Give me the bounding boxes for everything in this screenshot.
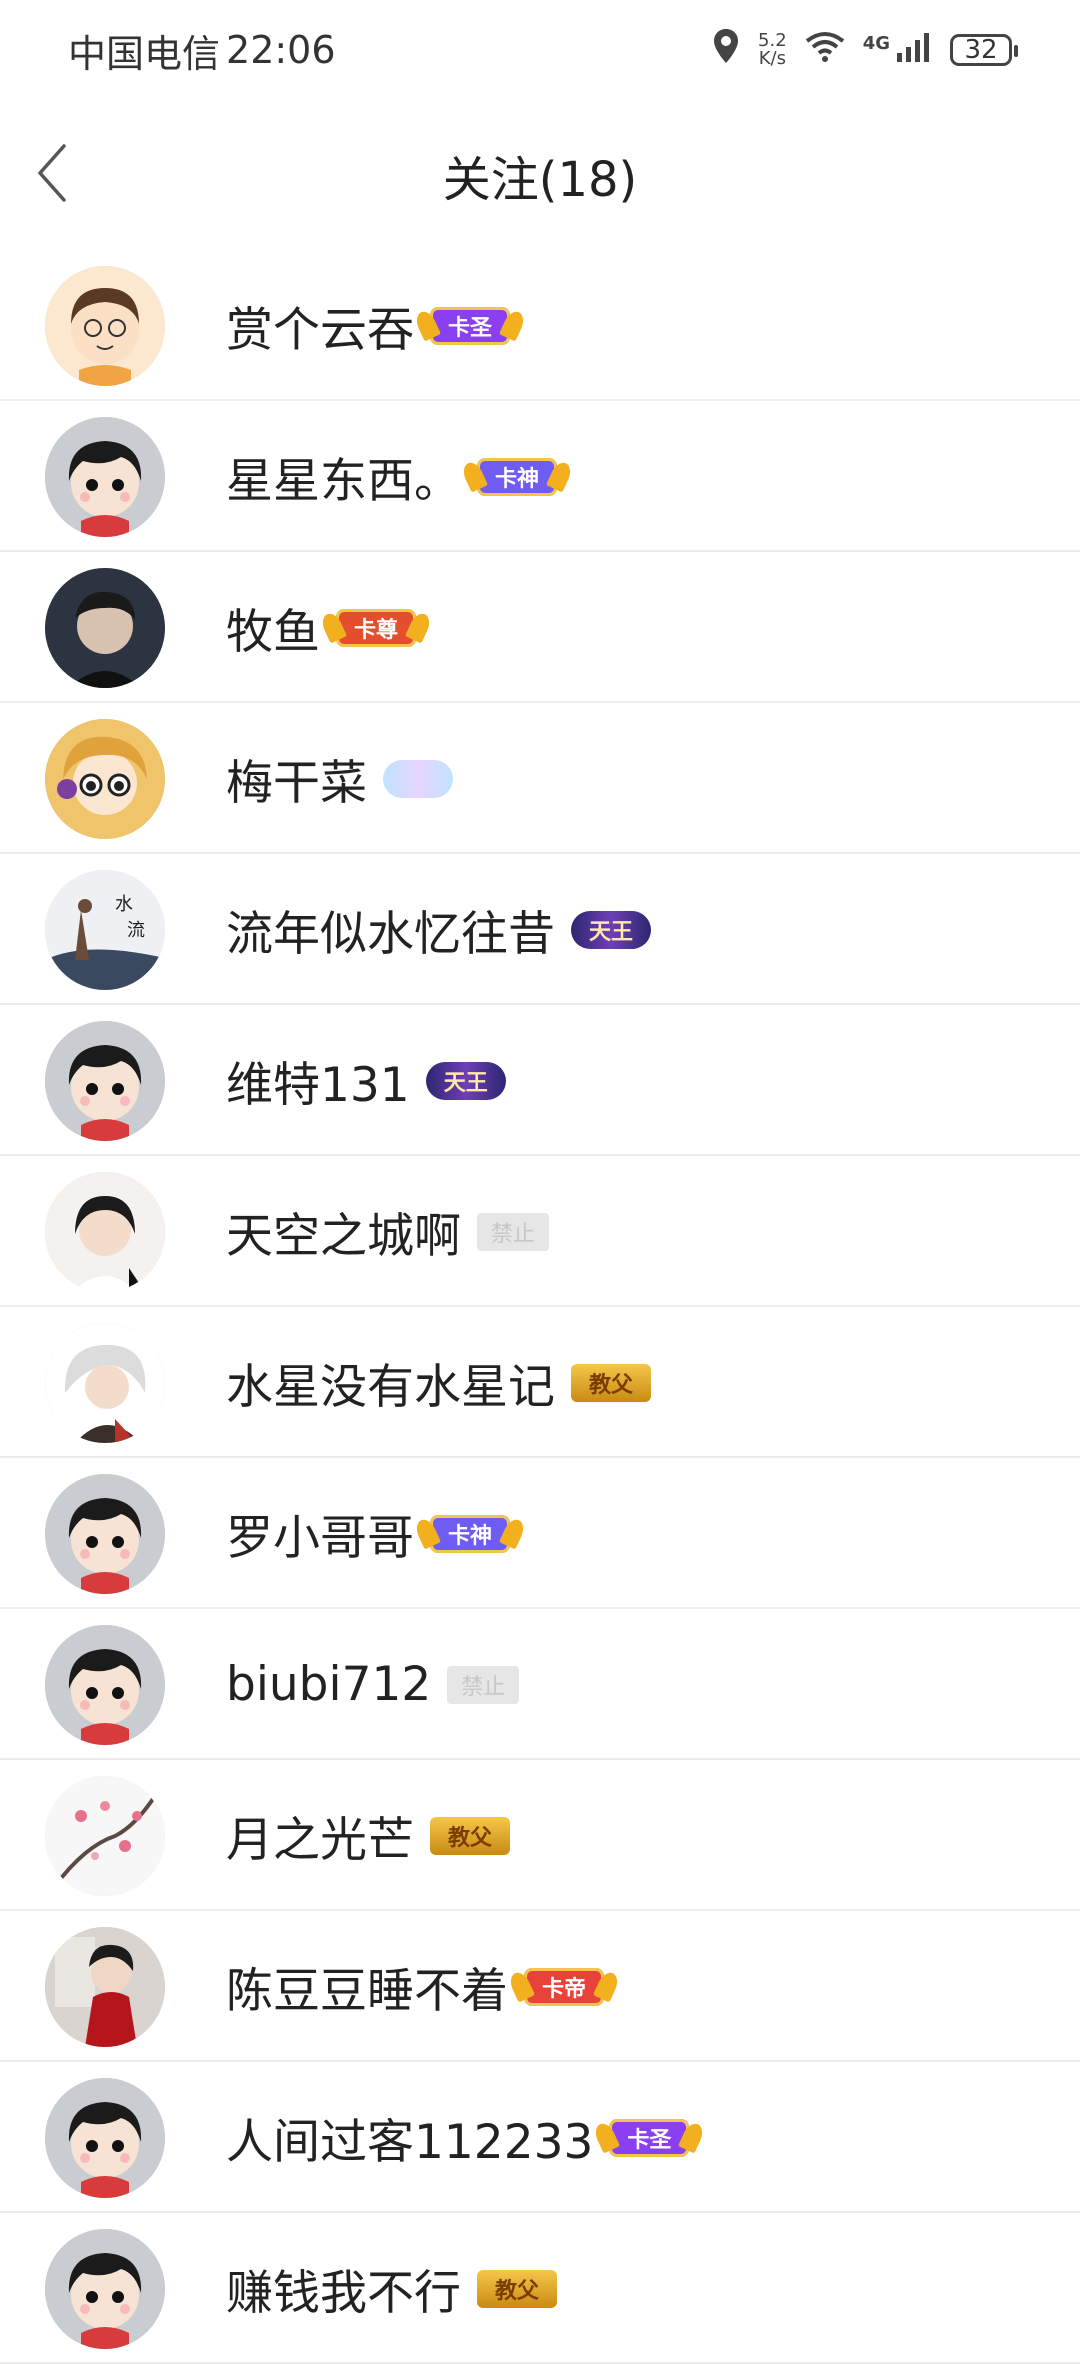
battery-icon: 32	[950, 34, 1018, 66]
user-name: 梅干菜	[226, 756, 367, 811]
chevron-left-icon	[36, 143, 68, 207]
level-badge: 卡神	[430, 1514, 511, 1553]
avatar[interactable]	[45, 1322, 165, 1443]
user-name: biubi712	[226, 1657, 432, 1712]
list-item[interactable]: 牧鱼 卡尊	[0, 552, 1080, 703]
page-title: 关注(18)	[442, 152, 638, 208]
user-info: 天空之城啊 禁止	[226, 1197, 550, 1266]
level-badge: 教父	[477, 2269, 558, 2308]
list-item[interactable]: 月之光芒 教父	[0, 1760, 1080, 1911]
level-badge: 禁止	[447, 1665, 520, 1704]
status-left: 中国电信 22:06	[68, 23, 336, 78]
level-badge: 卡圣	[609, 2118, 690, 2157]
user-info: 月之光芒 教父	[226, 1801, 511, 1870]
user-info: 人间过客112233 卡圣	[226, 2103, 690, 2172]
carrier-label: 中国电信	[68, 31, 221, 76]
signal-icon	[896, 28, 932, 72]
list-item[interactable]: 赏个云吞 卡圣	[0, 250, 1080, 401]
status-right: 5.2 K/s 4G 32	[712, 28, 1018, 73]
user-info: 梅干菜	[226, 744, 453, 813]
list-item[interactable]: 天空之城啊 禁止	[0, 1156, 1080, 1307]
user-name: 维特131	[226, 1058, 410, 1113]
avatar[interactable]	[45, 2228, 165, 2349]
user-name: 流年似水忆往昔	[226, 907, 555, 962]
avatar[interactable]	[45, 1624, 165, 1745]
list-item[interactable]: 水星没有水星记 教父	[0, 1307, 1080, 1458]
clock: 22:06	[226, 28, 336, 72]
user-info: 赚钱我不行 教父	[226, 2254, 558, 2323]
avatar[interactable]	[45, 2077, 165, 2198]
user-info: biubi712 禁止	[226, 1657, 520, 1712]
list-item[interactable]: 赚钱我不行 教父	[0, 2213, 1080, 2364]
user-name: 牧鱼	[226, 605, 320, 660]
avatar[interactable]	[45, 416, 165, 537]
user-name: 人间过客112233	[226, 2115, 594, 2170]
level-badge: 卡圣	[430, 306, 511, 345]
list-item[interactable]: 陈豆豆睡不着 卡帝	[0, 1911, 1080, 2062]
avatar[interactable]	[45, 1473, 165, 1594]
follow-list: 赏个云吞 卡圣 星星东西。 卡神 牧鱼 卡尊 梅干菜水流流年似水忆往昔 天王 维特131 天王 天空…	[0, 250, 1080, 2364]
list-item[interactable]: 维特131 天王	[0, 1005, 1080, 1156]
list-item[interactable]: biubi712 禁止	[0, 1609, 1080, 1760]
avatar[interactable]	[45, 1926, 165, 2047]
level-badge: 卡尊	[336, 608, 417, 647]
level-badge: 卡神	[477, 457, 558, 496]
user-name: 赏个云吞	[226, 303, 414, 358]
user-name: 陈豆豆睡不着	[226, 1964, 508, 2019]
avatar[interactable]	[45, 1171, 165, 1292]
user-name: 天空之城啊	[226, 1209, 461, 1264]
avatar[interactable]	[45, 1775, 165, 1896]
avatar[interactable]	[45, 567, 165, 688]
wifi-icon	[805, 28, 845, 72]
user-info: 罗小哥哥 卡神	[226, 1499, 511, 1568]
nav-bar: 关注(18)	[0, 100, 1080, 250]
level-badge: 教父	[430, 1816, 511, 1855]
user-name: 水星没有水星记	[226, 1360, 555, 1415]
list-item[interactable]: 罗小哥哥 卡神	[0, 1458, 1080, 1609]
list-item[interactable]: 水流流年似水忆往昔 天王	[0, 854, 1080, 1005]
level-badge: 卡帝	[524, 1967, 605, 2006]
network-type: 4G	[862, 32, 890, 54]
avatar[interactable]	[45, 265, 165, 386]
level-badge: 天王	[571, 910, 652, 949]
list-item[interactable]: 星星东西。 卡神	[0, 401, 1080, 552]
user-name: 星星东西。	[226, 454, 461, 509]
speed-unit: K/s	[758, 48, 786, 69]
user-info: 星星东西。 卡神	[226, 442, 558, 511]
user-info: 牧鱼 卡尊	[226, 593, 417, 662]
avatar[interactable]	[45, 1020, 165, 1141]
battery-level: 32	[964, 35, 998, 65]
user-name: 罗小哥哥	[226, 1511, 414, 1566]
back-button[interactable]	[22, 142, 82, 208]
avatar[interactable]	[45, 718, 165, 839]
level-badge	[383, 759, 453, 798]
svg-text:水: 水	[115, 894, 133, 915]
svg-text:流: 流	[127, 920, 145, 941]
status-bar: 中国电信 22:06 5.2 K/s 4G 32	[0, 0, 1080, 100]
user-info: 流年似水忆往昔 天王	[226, 895, 652, 964]
user-info: 维特131 天王	[226, 1046, 506, 1115]
level-badge: 天王	[425, 1061, 506, 1100]
list-item[interactable]: 梅干菜	[0, 703, 1080, 854]
location-icon	[712, 28, 740, 73]
network-speed: 5.2 K/s	[758, 32, 787, 68]
user-info: 赏个云吞 卡圣	[226, 291, 511, 360]
user-name: 月之光芒	[226, 1813, 414, 1868]
user-name: 赚钱我不行	[226, 2266, 461, 2321]
level-badge: 禁止	[477, 1212, 550, 1251]
user-info: 水星没有水星记 教父	[226, 1348, 652, 1417]
avatar[interactable]: 水流	[45, 869, 165, 990]
level-badge: 教父	[571, 1363, 652, 1402]
user-info: 陈豆豆睡不着 卡帝	[226, 1952, 605, 2021]
list-item[interactable]: 人间过客112233 卡圣	[0, 2062, 1080, 2213]
